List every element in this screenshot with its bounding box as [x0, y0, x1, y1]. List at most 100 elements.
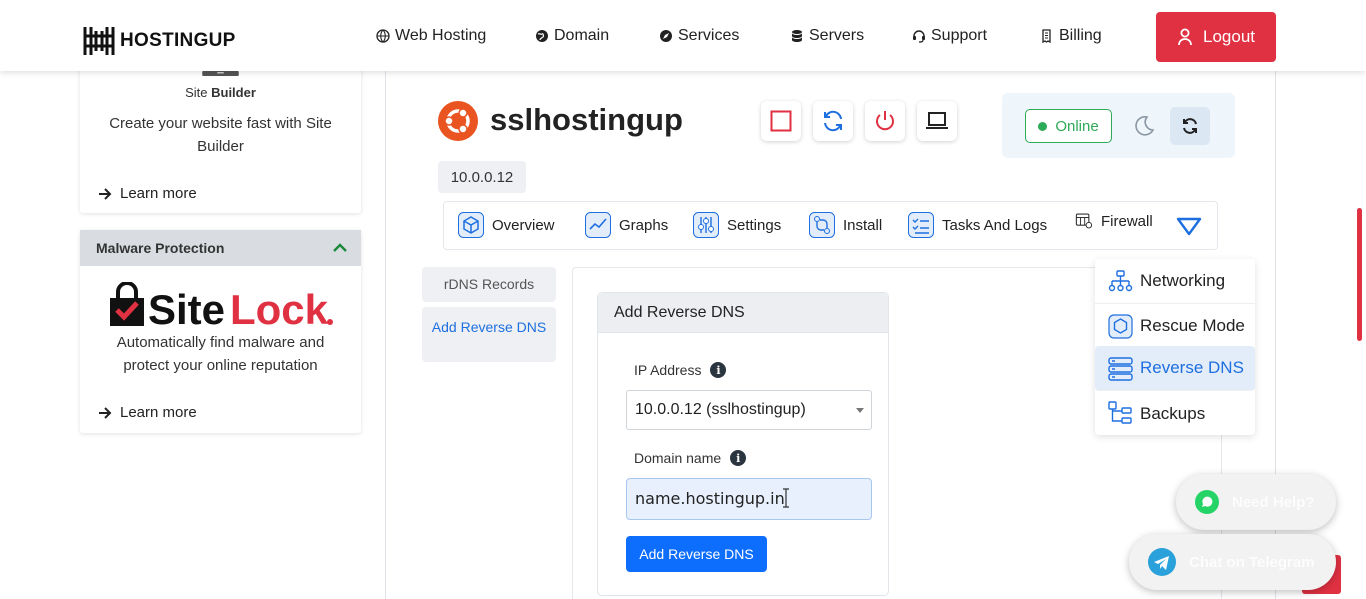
nav-label: Web Hosting	[395, 27, 487, 44]
nav-services[interactable]: Services	[659, 27, 739, 45]
laptop-icon	[926, 112, 948, 129]
receipt-icon	[1042, 29, 1051, 43]
logout-label: Logout	[1203, 27, 1255, 46]
database-icon	[792, 30, 802, 42]
checklist-icon	[908, 212, 934, 238]
need-help-button[interactable]: Need Help?	[1176, 474, 1336, 530]
power-button[interactable]	[865, 101, 905, 141]
headset-icon	[913, 30, 925, 43]
status-panel: Online	[1002, 93, 1235, 158]
domain-name-input[interactable]: name.hostingup.in	[626, 478, 872, 520]
info-icon[interactable]: i	[710, 362, 727, 378]
top-header: HOSTINGUP Web Hosting Domain Services Se…	[0, 0, 1366, 71]
ip-badge: 10.0.0.12	[438, 161, 526, 193]
nav-label: Support	[931, 27, 988, 44]
nav-billing[interactable]: Billing	[1040, 27, 1102, 45]
hostingup-logo-icon	[83, 26, 115, 55]
tab-graphs[interactable]: Graphs	[585, 212, 668, 238]
subnav-rdns-records[interactable]: rDNS Records	[422, 267, 556, 302]
tab-firewall[interactable]: Firewall	[1075, 212, 1153, 230]
tab-settings[interactable]: Settings	[693, 212, 781, 238]
nav-servers[interactable]: Servers	[790, 27, 864, 45]
malware-protection-header[interactable]: Malware Protection	[80, 230, 361, 266]
menu-label: Backups	[1140, 403, 1206, 423]
text-cursor-icon	[783, 488, 789, 508]
backups-icon	[1108, 401, 1132, 424]
tab-label: Overview	[492, 216, 555, 234]
cube-icon	[458, 212, 484, 238]
ubuntu-logo-icon	[438, 101, 478, 141]
nav-support[interactable]: Support	[912, 27, 987, 45]
add-reverse-dns-button[interactable]: Add Reverse DNS	[626, 536, 767, 572]
stop-button[interactable]	[761, 101, 801, 141]
whatsapp-icon	[1195, 490, 1219, 514]
chevron-up-icon	[333, 243, 347, 252]
nav-web-hosting[interactable]: Web Hosting	[376, 27, 486, 45]
menu-label: Rescue Mode	[1140, 316, 1245, 335]
logo-text: HOSTINGUP	[120, 29, 236, 51]
sitelock-logo: Site Lock	[110, 282, 333, 328]
subnav-add-reverse-dns[interactable]: Add Reverse DNS	[422, 307, 556, 362]
hostingup-logo[interactable]: HOSTINGUP	[82, 24, 236, 57]
status-badge: Online	[1025, 109, 1112, 143]
stop-icon	[770, 110, 792, 132]
menu-item-reverse-dns[interactable]: Reverse DNS	[1095, 346, 1255, 391]
arrow-right-icon	[99, 406, 112, 419]
nav-label: Billing	[1059, 27, 1102, 44]
online-dot-icon	[1038, 121, 1048, 131]
nav-label: Servers	[809, 27, 865, 44]
status-text: Online	[1055, 117, 1099, 135]
server-icon	[1108, 356, 1133, 381]
moon-icon[interactable]	[1132, 114, 1156, 138]
malware-learn-more-link[interactable]: Learn more	[98, 404, 197, 421]
logout-button[interactable]: Logout	[1156, 12, 1276, 62]
firewall-icon	[1075, 213, 1093, 229]
menu-item-backups[interactable]: Backups	[1095, 391, 1255, 436]
nav-label: Domain	[554, 27, 610, 44]
domain-name-label: Domain name i	[634, 450, 747, 466]
tab-label: Tasks And Logs	[942, 216, 1048, 234]
power-icon	[876, 111, 894, 131]
form-title: Add Reverse DNS	[598, 293, 888, 333]
refresh-icon	[1183, 118, 1197, 134]
site-builder-learn-more-link[interactable]: Learn more	[98, 185, 197, 202]
ip-address-select[interactable]: 10.0.0.12 (sslhostingup)	[626, 390, 872, 430]
tab-install[interactable]: Install	[809, 212, 882, 238]
domain-name-label-text: Domain name	[634, 450, 722, 466]
arrow-right-icon	[99, 187, 112, 200]
telegram-icon	[1148, 548, 1176, 576]
restart-button[interactable]	[813, 101, 853, 141]
tab-tasks-and-logs[interactable]: Tasks And Logs	[908, 212, 1047, 238]
malware-protection-card: Malware Protection Site Lock Automatical…	[80, 230, 361, 433]
menu-label: Networking	[1140, 271, 1226, 290]
more-tabs-dropdown: Networking Rescue Mode Reverse DNS Backu…	[1095, 259, 1255, 435]
site-builder-description: Create your website fast with Site Build…	[109, 115, 332, 155]
more-tabs-chevron-icon[interactable]	[1176, 215, 1202, 237]
menu-label: Reverse DNS	[1140, 358, 1244, 377]
telegram-chat-button[interactable]: Chat on Telegram	[1129, 534, 1336, 590]
learn-more-label: Learn more	[120, 404, 197, 421]
menu-item-networking[interactable]: Networking	[1095, 259, 1255, 304]
info-icon[interactable]: i	[730, 450, 747, 466]
network-icon	[1108, 269, 1133, 291]
refresh-status-button[interactable]	[1170, 107, 1210, 145]
menu-item-rescue-mode[interactable]: Rescue Mode	[1095, 304, 1255, 349]
add-reverse-dns-form: Add Reverse DNS IP Address i 10.0.0.12 (…	[597, 292, 889, 596]
caret-down-icon	[856, 408, 864, 413]
site-builder-icon	[202, 71, 239, 76]
chart-line-icon	[585, 212, 611, 238]
page-scrollbar[interactable]	[1357, 208, 1362, 341]
globe-icon	[376, 29, 390, 43]
malware-protection-title: Malware Protection	[96, 240, 225, 256]
malware-description: Automatically find malware and protect y…	[116, 334, 325, 374]
domain-name-value: name.hostingup.in	[635, 489, 785, 508]
ip-address-label: IP Address i	[634, 362, 727, 378]
tab-label: Firewall	[1101, 212, 1153, 230]
tab-overview[interactable]: Overview	[458, 212, 555, 238]
sliders-icon	[693, 212, 719, 238]
compass-icon	[660, 30, 672, 42]
telegram-label: Chat on Telegram	[1189, 553, 1315, 571]
need-help-label: Need Help?	[1232, 493, 1315, 511]
nav-domain[interactable]: Domain	[535, 27, 609, 45]
console-button[interactable]	[917, 101, 957, 141]
